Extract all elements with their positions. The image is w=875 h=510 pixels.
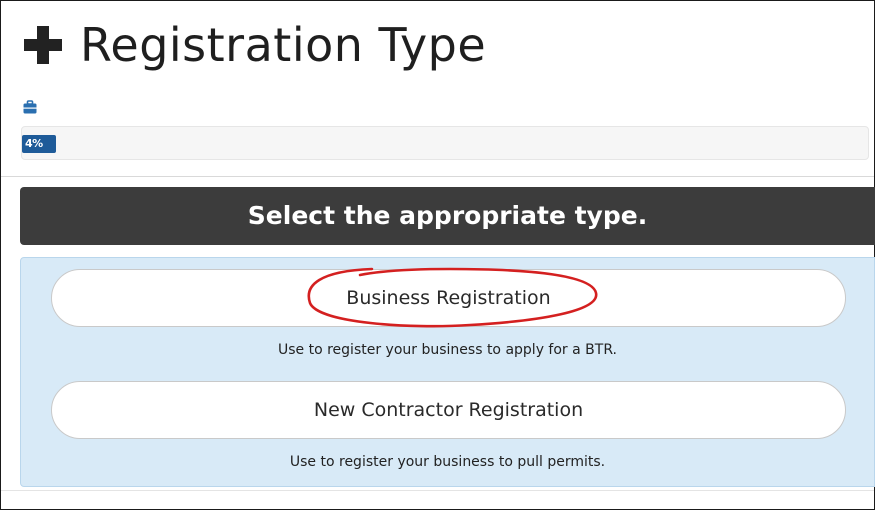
progress-label: 4% [25, 137, 43, 150]
business-registration-description: Use to register your business to apply f… [278, 342, 617, 358]
plus-icon[interactable] [22, 24, 64, 66]
briefcase-icon [23, 100, 37, 114]
new-contractor-registration-button[interactable]: New Contractor Registration [51, 381, 846, 439]
divider [1, 176, 874, 177]
progress-bar: 4% [21, 126, 869, 160]
new-contractor-registration-description: Use to register your business to pull pe… [289, 454, 606, 470]
section-heading: Select the appropriate type. [20, 187, 875, 245]
bottom-divider [1, 490, 874, 491]
options-panel: Business Registration Use to register yo… [20, 257, 875, 487]
title-row: Registration Type [22, 14, 486, 76]
progress-fill: 4% [22, 135, 56, 153]
page-title: Registration Type [80, 18, 487, 72]
business-registration-button[interactable]: Business Registration [51, 269, 846, 327]
